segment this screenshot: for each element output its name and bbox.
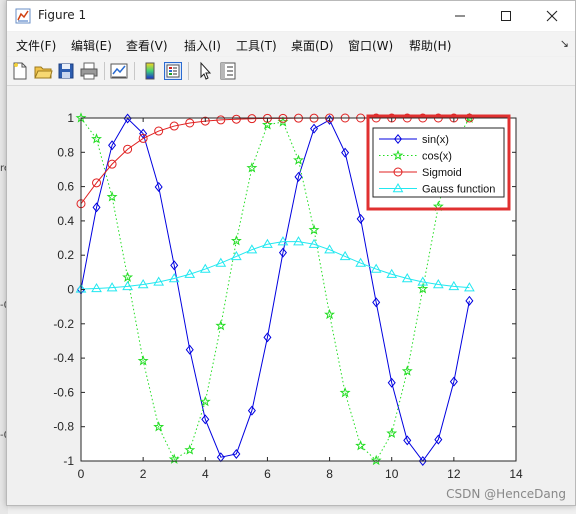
open-file-icon[interactable] [33,61,53,81]
menu-bar: 文件(F) 编辑(E) 查看(V) 插入(I) 工具(T) 桌面(D) 窗口(W… [7,32,575,56]
maximize-button[interactable] [483,1,529,31]
y-tick-label: -0.2 [53,317,74,331]
menu-help[interactable]: 帮助(H) [409,37,451,54]
legend-label-gauss-function: Gauss function [422,184,495,196]
figure-canvas[interactable]: 0 2 4 6 8 10 12 14 -1 -0.8 -0.6 -0.4 -0.2 0 0.2 0.4 0.6 0… [8,86,574,504]
y-tick-label: -1 [63,454,74,468]
toolbar-separator [188,62,189,80]
y-tick-label: -0.8 [53,420,74,434]
csdn-watermark: CSDN @HenceDang [446,487,566,501]
title-bar[interactable]: Figure 1 [7,1,575,31]
x-tick-label: 4 [202,467,209,481]
y-tick-label: -0.6 [53,385,74,399]
minimize-icon [455,15,465,17]
y-tick-label: 1 [67,111,74,125]
y-tick-label: 0.8 [57,145,74,159]
legend-label-sigmoid: Sigmoid [422,167,462,179]
figure-toolbar [7,57,575,86]
y-tick-label: 0.6 [57,180,74,194]
insert-colorbar-icon[interactable] [140,61,160,81]
legend-label-cos-x: cos(x) [422,151,452,163]
insert-legend-icon[interactable] [163,61,183,81]
toolbar-separator [134,62,135,80]
menubar-dock-arrow-icon[interactable]: ↘ [560,37,569,50]
menu-view[interactable]: 查看(V) [126,37,168,54]
x-tick-label: 6 [264,467,271,481]
matlab-figure-icon [15,8,31,24]
close-button[interactable] [529,1,575,31]
menu-window[interactable]: 窗口(W) [348,37,393,54]
y-tick-label: 0 [67,283,74,297]
menu-edit[interactable]: 编辑(E) [71,37,112,54]
y-tick-label: 0.4 [57,214,74,228]
maximize-icon [501,11,511,21]
x-tick-label: 2 [140,467,147,481]
legend-label-sin-x: sin(x) [422,134,449,146]
menu-desktop[interactable]: 桌面(D) [291,37,334,54]
x-tick-label: 0 [78,467,85,481]
close-icon [546,10,558,22]
figure-window: Figure 1 文件(F) 编辑(E) 查看(V) 插入(I) 工具(T) 桌… [6,0,576,506]
toolbar-separator [104,62,105,80]
save-icon[interactable] [56,61,76,81]
x-tick-label: 10 [385,467,399,481]
menu-insert[interactable]: 插入(I) [184,37,221,54]
menu-tools[interactable]: 工具(T) [236,37,277,54]
edit-plot-pointer-icon[interactable] [195,61,215,81]
y-tick-label: -0.4 [53,351,74,365]
x-tick-label: 8 [326,467,333,481]
x-tick-label: 14 [509,467,523,481]
link-plot-icon[interactable] [109,61,129,81]
x-tick-label: 12 [447,467,461,481]
menu-file[interactable]: 文件(F) [16,37,56,54]
line-chart[interactable]: 0 2 4 6 8 10 12 14 -1 -0.8 -0.6 -0.4 -0.2 0 0.2 0.4 0.6 0… [8,86,574,504]
y-tick-label: 0.2 [57,248,74,262]
property-inspector-icon[interactable] [218,61,238,81]
minimize-button[interactable] [437,1,483,31]
new-figure-icon[interactable] [10,61,30,81]
window-title: Figure 1 [38,8,87,22]
print-icon[interactable] [79,61,99,81]
